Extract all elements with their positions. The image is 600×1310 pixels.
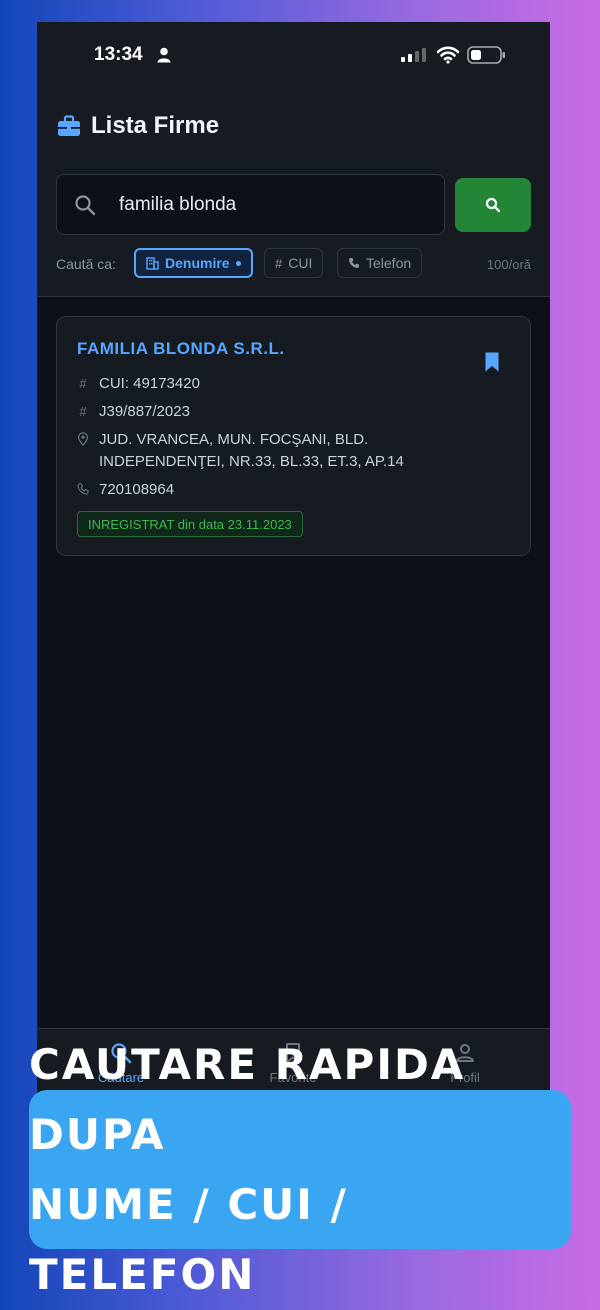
- phone-row: 720108964: [77, 479, 174, 501]
- filter-label: Caută ca:: [56, 256, 116, 272]
- person-status-icon: [157, 47, 171, 63]
- cui-row: # CUI: 49173420: [77, 373, 200, 395]
- rate-limit: 100/oră: [486, 257, 531, 272]
- filter-chip-label: Denumire: [165, 255, 230, 271]
- banner-line-1: CAUTARE RAPIDA DUPA: [29, 1039, 466, 1159]
- signal-icon: [401, 48, 426, 62]
- search-box[interactable]: [56, 174, 445, 235]
- search-button[interactable]: [455, 178, 531, 232]
- app-title: Lista Firme: [91, 112, 220, 139]
- bookmark-icon[interactable]: [484, 351, 500, 373]
- filter-chip-telefon[interactable]: Telefon: [337, 248, 423, 278]
- hash-icon: #: [79, 404, 87, 419]
- search-icon: [75, 195, 96, 216]
- company-name[interactable]: FAMILIA BLONDA S.R.L.: [77, 339, 285, 359]
- location-pin-icon: [78, 432, 88, 446]
- status-badge: INREGISTRAT din data 23.11.2023: [77, 511, 303, 537]
- phone-icon: [349, 258, 359, 268]
- app-header: Lista Firme: [57, 112, 219, 140]
- filter-chip-label: Telefon: [366, 255, 412, 271]
- address-line-1: JUD. VRANCEA, MUN. FOCŞANI, BLD.: [99, 431, 369, 448]
- active-dot: [235, 260, 241, 266]
- banner-line-2: NUME / CUI / TELEFON: [29, 1179, 348, 1299]
- hash-icon: #: [275, 255, 283, 271]
- company-reg-number: J39/887/2023: [99, 403, 190, 420]
- filter-chip-cui[interactable]: # CUI: [264, 248, 324, 278]
- filter-chip-denumire[interactable]: Denumire: [134, 248, 253, 278]
- phone-screen: 13:34 Lista Firme familia blonda Caută c…: [37, 22, 550, 1112]
- filter-chip-label: CUI: [288, 255, 313, 271]
- address-row: JUD. VRANCEA, MUN. FOCŞANI, BLD. INDEPEN…: [77, 429, 404, 473]
- result-card[interactable]: FAMILIA BLONDA S.R.L. # CUI: 49173420 # …: [56, 316, 531, 556]
- company-cui: CUI: 49173420: [99, 375, 200, 392]
- divider: [37, 296, 550, 297]
- phone-icon: [77, 483, 89, 495]
- filter-row: Caută ca: Denumire # CUI Telefon 100/oră: [56, 248, 531, 280]
- company-phone[interactable]: 720108964: [99, 479, 174, 501]
- status-time: 13:34: [94, 44, 143, 65]
- search-icon: [485, 197, 501, 213]
- building-icon: [146, 256, 159, 270]
- promo-banner: CAUTARE RAPIDA DUPA NUME / CUI / TELEFON: [29, 1040, 571, 1299]
- briefcase-icon: [58, 115, 80, 136]
- hash-icon: #: [79, 376, 87, 391]
- search-input[interactable]: [117, 187, 431, 223]
- reg-row: # J39/887/2023: [77, 401, 190, 423]
- address-line-2: INDEPENDENŢEI, NR.33, BL.33, ET.3, AP.14: [99, 453, 404, 470]
- wifi-icon: [437, 46, 459, 64]
- battery-icon: [467, 46, 505, 64]
